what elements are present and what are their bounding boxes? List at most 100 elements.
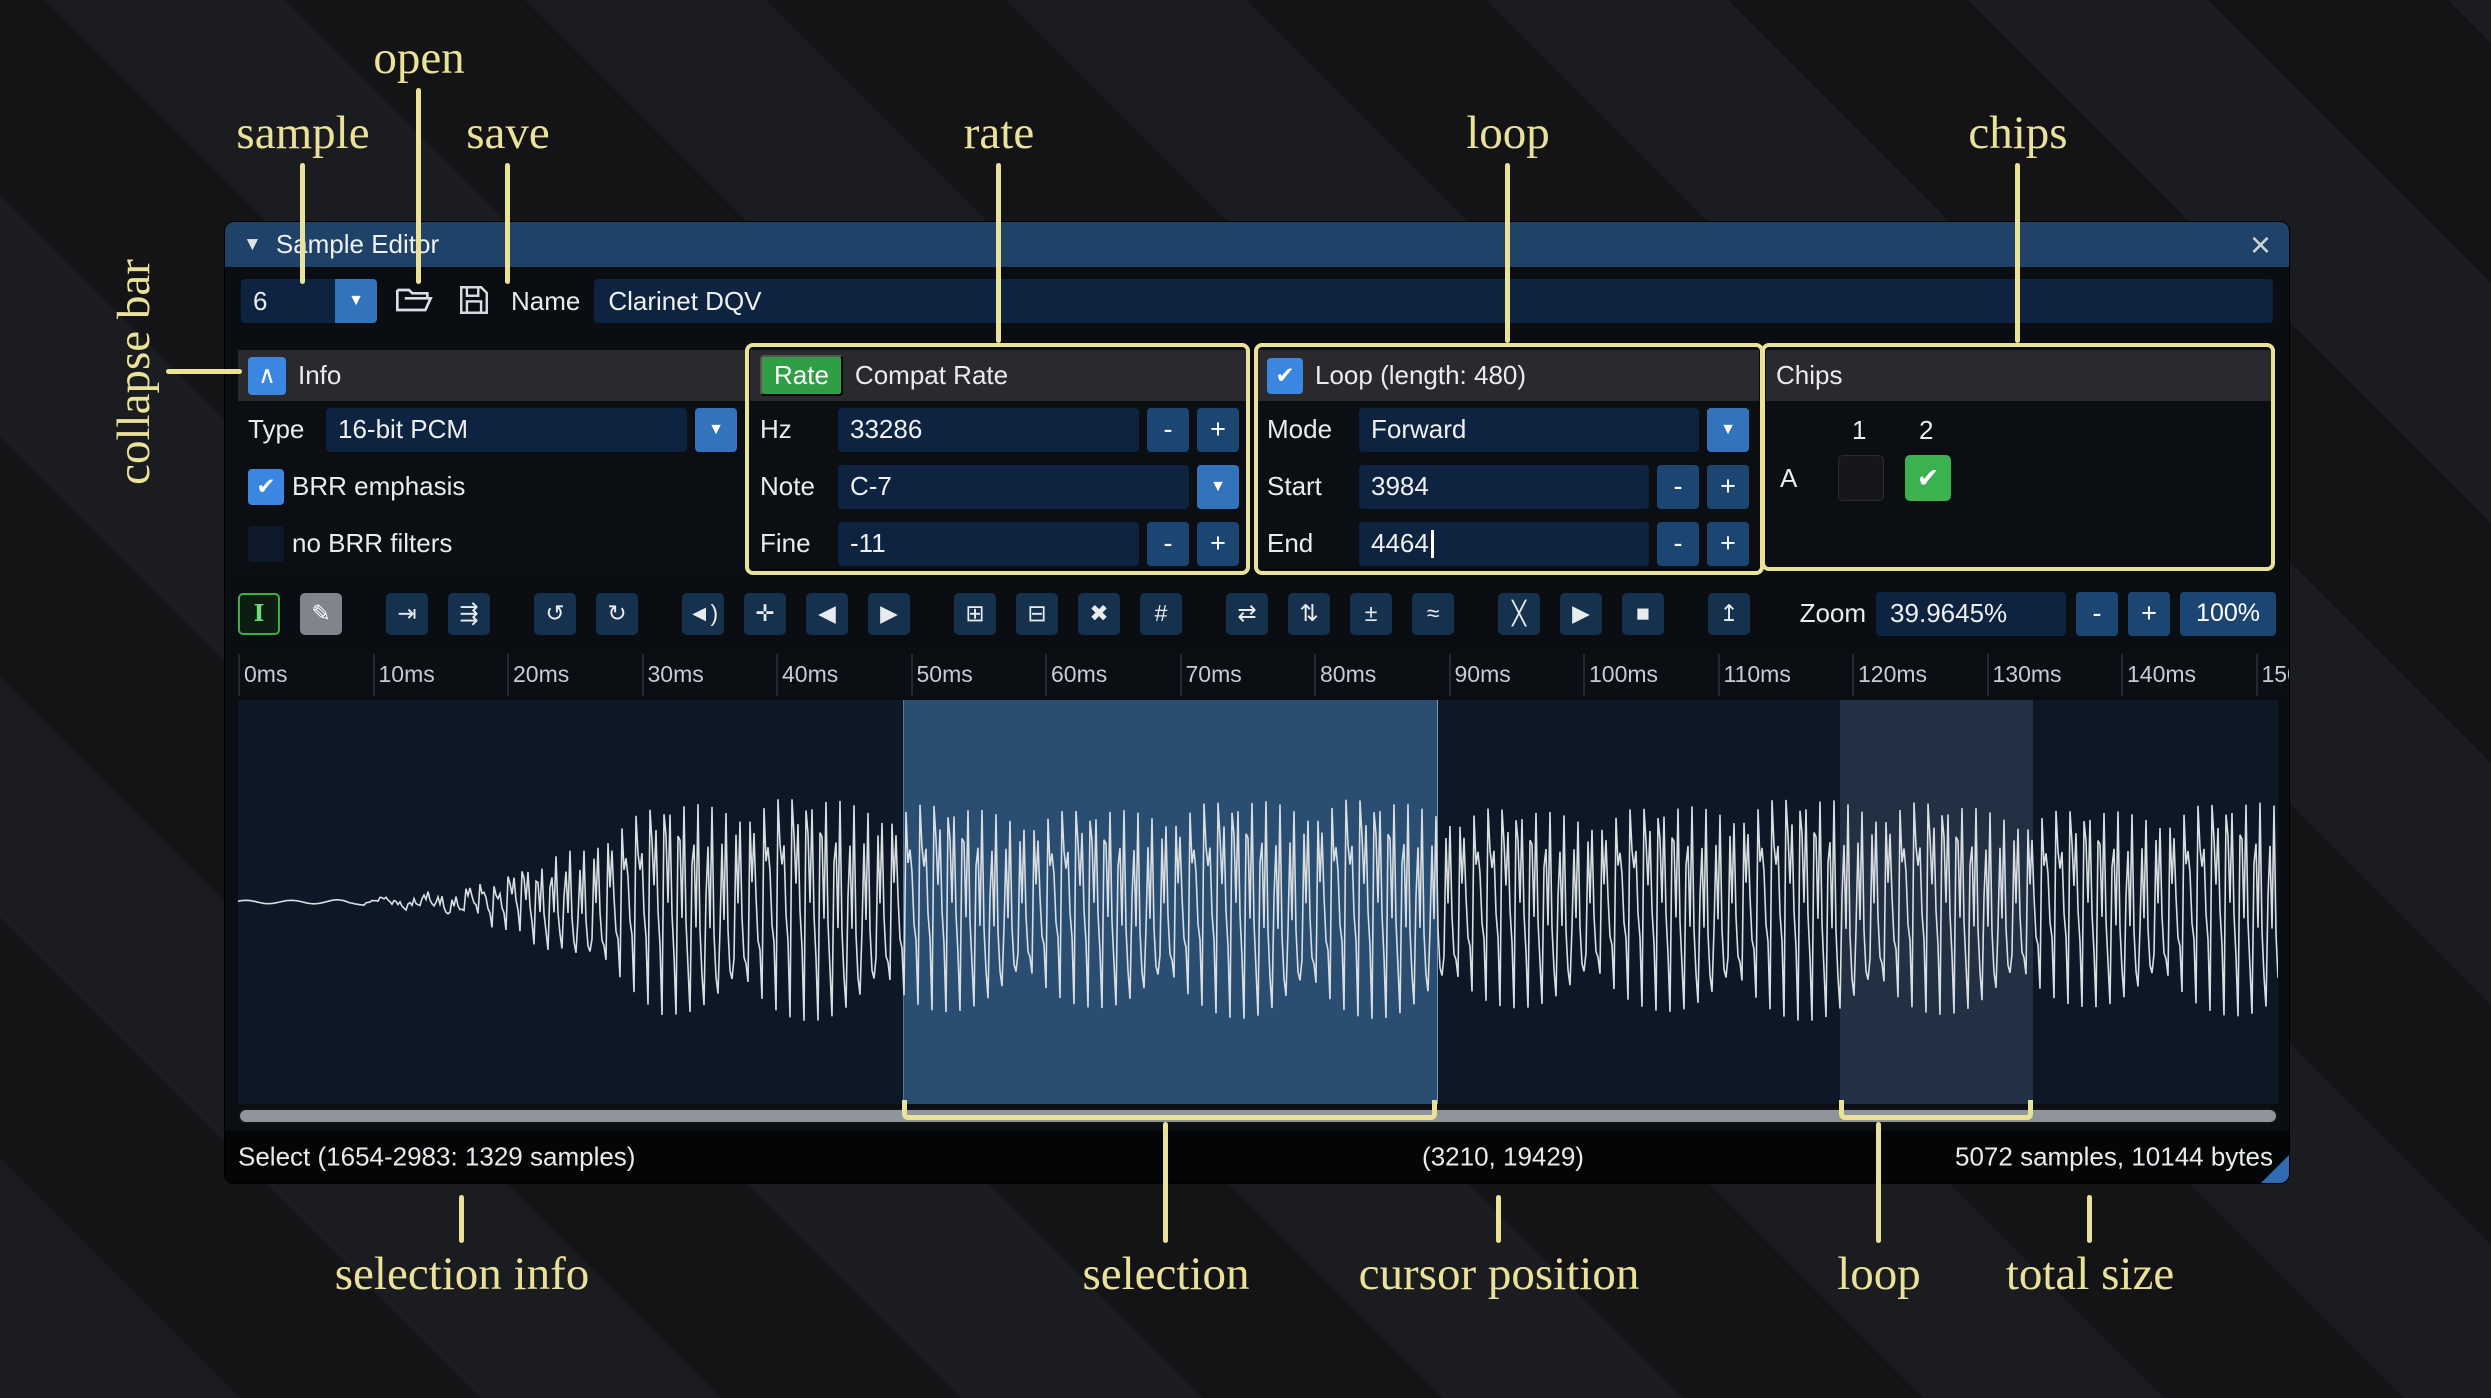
sample-name-value: Clarinet DQV [608,285,762,316]
annotation-line-selection [1163,1122,1168,1243]
loop-end-plus-button[interactable]: + [1707,521,1749,566]
reverse-icon[interactable]: ⇄ [1226,592,1268,635]
fine-plus-button[interactable]: + [1197,521,1239,566]
resize-grip[interactable] [2261,1155,2289,1183]
loop-start-input[interactable]: 3984 [1359,464,1649,509]
loop-mode-dropdown-icon[interactable]: ▼ [1707,407,1749,452]
trim-icon[interactable]: # [1140,592,1182,635]
no-brr-filters-checkbox[interactable] [248,525,284,562]
loop-section-title: Loop (length: 480) [1315,360,1527,390]
stop-preview-icon[interactable]: ■ [1622,592,1664,635]
type-dropdown-icon[interactable]: ▼ [695,407,737,452]
hz-value: 33286 [850,414,923,444]
zoom-in-button[interactable]: + [2128,591,2171,636]
note-dropdown-icon[interactable]: ▼ [1197,464,1239,509]
fade-out-icon[interactable]: ▶ [868,592,910,635]
fine-minus-button[interactable]: - [1147,521,1189,566]
hz-plus-button[interactable]: + [1197,407,1239,452]
zoom-input[interactable]: 39.9645% [1876,591,2067,636]
resample-icon[interactable]: ⇶ [448,592,490,635]
ruler-label: 40ms [782,661,839,687]
floppy-save-icon [457,283,491,320]
annotation-line-open [416,88,421,284]
zoom-reset-button[interactable]: 100% [2180,591,2276,636]
delete-icon[interactable]: ✖ [1078,592,1120,635]
sample-number-combo[interactable]: 6 ▼ [241,279,377,323]
ruler-tick [1045,654,1047,696]
save-sample-button[interactable] [451,278,497,324]
zoom-label: Zoom [1799,598,1867,628]
ruler-label: 20ms [513,661,570,687]
fine-value: -11 [850,528,886,558]
loop-end-value: 4464 [1371,528,1429,558]
loop-start-minus-button[interactable]: - [1657,464,1699,509]
loop-start-value: 3984 [1371,471,1429,501]
hz-input[interactable]: 33286 [838,407,1139,452]
redo-icon[interactable]: ↻ [596,592,638,635]
info-section: ∧ Info Type 16-bit PCM ▼ ✔ BRR emphasis … [238,350,747,572]
annotation-label-open: open [373,32,465,84]
time-ruler[interactable]: 0ms 10ms 20ms 30ms 40ms 50ms 60ms 70ms 80ms 90ms 1… [238,654,2289,696]
ruler-tick [1179,654,1182,696]
waveform-display[interactable] [238,700,2278,1104]
invert-icon[interactable]: ⇅ [1288,592,1330,635]
name-label: Name [511,285,581,316]
type-select[interactable]: 16-bit PCM [326,407,687,452]
annotation-line-loop-bottom [1876,1122,1881,1243]
type-value: 16-bit PCM [338,414,469,444]
create-instrument-icon[interactable]: ↥ [1708,592,1750,635]
zoom-out-button[interactable]: - [2076,591,2119,636]
sample-header-row: 6 ▼ Name Clarinet DQV [225,267,2289,335]
amplify-icon[interactable]: ◄) [682,592,724,635]
ruler-label: 50ms [916,661,973,687]
ruler-tick [1986,654,1989,696]
note-value: C-7 [850,471,892,501]
toolbar-group: I ✎ [238,592,342,635]
edit-mode-icon[interactable]: I [238,592,280,635]
close-button[interactable]: × [2250,226,2271,263]
filter-icon[interactable]: ≈ [1412,592,1454,635]
chip-1-checkbox[interactable] [1838,455,1884,501]
loop-start-plus-button[interactable]: + [1707,464,1749,509]
fine-input[interactable]: -11 [838,521,1139,566]
loop-enable-checkbox[interactable]: ✔ [1267,357,1303,394]
annotation-line-selection-info [459,1195,464,1243]
fade-in-icon[interactable]: ◀ [806,592,848,635]
hz-minus-button[interactable]: - [1147,407,1189,452]
open-sample-button[interactable] [391,278,437,324]
normalize-icon[interactable]: ✛ [744,592,786,635]
sample-name-input[interactable]: Clarinet DQV [594,279,2273,323]
annotation-label-total-size: total size [2005,1248,2175,1300]
title-bar[interactable]: ▼ Sample Editor × [225,222,2289,267]
window-collapse-icon[interactable]: ▼ [243,234,262,256]
brr-emphasis-checkbox[interactable]: ✔ [248,468,284,505]
sample-number-dropdown-icon[interactable]: ▼ [335,279,377,323]
undo-icon[interactable]: ↺ [534,592,576,635]
annotation-line-collapse-bar [166,369,242,374]
chip-2-checkbox[interactable]: ✔ [1905,455,1951,501]
insert-silence-icon[interactable]: ⊞ [954,592,996,635]
status-bar: Select (1654-2983: 1329 samples) (3210, … [225,1131,2289,1183]
annotation-line-save [505,163,510,284]
resize-icon[interactable]: ⇥ [386,592,428,635]
info-collapse-button[interactable]: ∧ [248,356,286,395]
apply-silence-icon[interactable]: ⊟ [1016,592,1058,635]
ruler-label: 10ms [378,661,435,687]
ruler-tick [641,654,644,696]
ruler-tick [1314,654,1316,696]
loop-mode-select[interactable]: Forward [1359,407,1699,452]
sign-icon[interactable]: ± [1350,592,1392,635]
draw-mode-icon[interactable]: ✎ [300,592,342,635]
annotation-line-cursor-position [1496,1195,1501,1243]
loop-end-minus-button[interactable]: - [1657,521,1699,566]
check-icon: ✔ [1916,462,1940,493]
preview-icon[interactable]: ▶ [1560,592,1602,635]
brr-emphasis-label: BRR emphasis [292,471,466,501]
cursor-position-text: (3210, 19429) [1422,1141,1584,1172]
crossfade-icon[interactable]: ╳ [1498,592,1540,635]
loop-section: ✔ Loop (length: 480) Mode Forward ▼ Star… [1257,350,1759,572]
loop-end-input[interactable]: 4464 [1359,521,1649,566]
note-select[interactable]: C-7 [838,464,1189,509]
rate-mode-button[interactable]: Rate [760,355,843,396]
annotation-label-selection: selection [1082,1248,1250,1300]
